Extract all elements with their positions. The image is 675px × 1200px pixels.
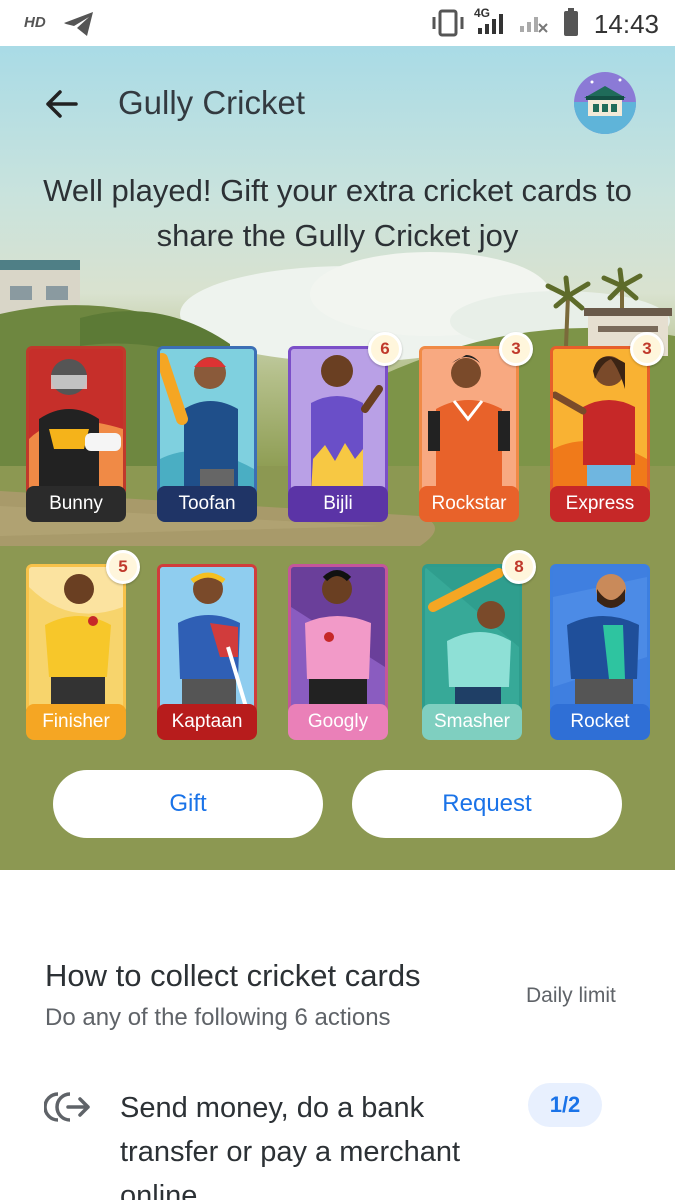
player-illustration	[29, 567, 123, 711]
card-art	[26, 346, 126, 496]
card-bunny[interactable]: Bunny	[26, 346, 126, 522]
status-bar: HD 4G 14:43	[0, 0, 675, 46]
player-illustration	[160, 349, 254, 493]
card-label: Rocket	[550, 704, 650, 740]
card-count-badge: 8	[502, 550, 536, 584]
gift-button[interactable]: Gift	[53, 770, 323, 838]
player-illustration	[29, 349, 123, 493]
card-label: Smasher	[422, 704, 522, 740]
player-illustration	[553, 349, 647, 493]
action-description: Send money, do a bank transfer or pay a …	[120, 1092, 461, 1200]
card-toofan[interactable]: Toofan	[157, 346, 257, 522]
card-label: Toofan	[157, 486, 257, 522]
section-subtitle: Do any of the following 6 actions	[45, 1004, 391, 1031]
card-googly[interactable]: Googly	[288, 564, 388, 740]
send-money-icon	[44, 1092, 90, 1122]
card-art	[419, 346, 519, 496]
card-label: Kaptaan	[157, 704, 257, 740]
card-art	[157, 346, 257, 496]
card-art	[157, 564, 257, 714]
player-illustration	[422, 349, 516, 493]
section-title: How to collect cricket cards	[45, 958, 421, 993]
app-bar: Gully Cricket	[0, 46, 675, 162]
card-rockstar[interactable]: Rockstar 3	[419, 332, 533, 522]
card-art	[288, 564, 388, 714]
player-illustration	[291, 349, 385, 493]
card-rocket[interactable]: Rocket	[550, 564, 650, 740]
card-kaptaan[interactable]: Kaptaan	[157, 564, 257, 740]
vibrate-icon	[432, 9, 464, 37]
page-title: Gully Cricket	[118, 84, 306, 121]
card-label: Bijli	[288, 486, 388, 522]
card-label: Rockstar	[419, 486, 519, 522]
player-illustration	[425, 567, 519, 711]
back-button[interactable]	[38, 82, 86, 130]
card-art	[422, 564, 522, 714]
card-art	[550, 564, 650, 714]
card-art	[26, 564, 126, 714]
battery-icon	[564, 8, 578, 36]
hd-indicator: HD	[24, 14, 46, 31]
card-art	[550, 346, 650, 496]
card-label: Express	[550, 486, 650, 522]
house-avatar-icon	[574, 72, 636, 134]
card-bijli[interactable]: Bijli 6	[288, 332, 402, 522]
card-smasher[interactable]: Smasher 8	[422, 550, 536, 740]
daily-limit-label: Daily limit	[526, 984, 616, 1007]
card-label: Bunny	[26, 486, 126, 522]
no-signal-icon	[520, 17, 548, 33]
daily-limit-badge: 1/2	[528, 1083, 602, 1127]
player-illustration	[291, 567, 385, 711]
arrow-left-icon	[46, 90, 78, 118]
card-label: Googly	[288, 704, 388, 740]
card-label: Finisher	[26, 704, 126, 740]
headline: Well played! Gift your extra cricket car…	[43, 173, 632, 253]
card-count-badge: 6	[368, 332, 402, 366]
player-illustration	[553, 567, 647, 711]
card-count-badge: 3	[630, 332, 664, 366]
avatar[interactable]	[574, 72, 636, 134]
card-finisher[interactable]: Finisher 5	[26, 550, 140, 740]
card-count-badge: 5	[106, 550, 140, 584]
telegram-icon	[64, 12, 93, 36]
card-express[interactable]: Express 3	[550, 332, 664, 522]
request-button[interactable]: Request	[352, 770, 622, 838]
gully-cricket-hero: Gully Cricket Well played! Gift your ext…	[0, 46, 675, 870]
card-count-badge: 3	[499, 332, 533, 366]
card-art	[288, 346, 388, 496]
player-illustration	[160, 567, 254, 711]
clock: 14:43	[593, 9, 659, 39]
signal-icon	[478, 14, 503, 34]
